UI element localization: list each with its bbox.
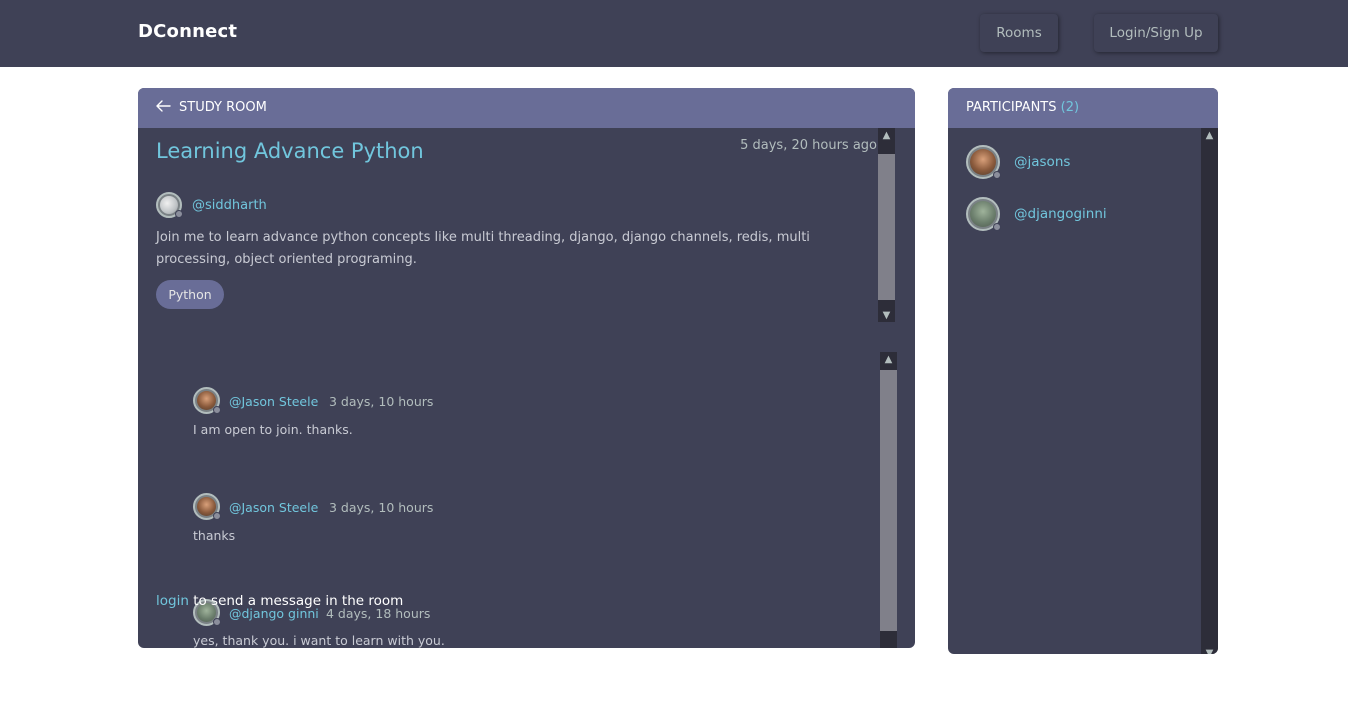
message-avatar[interactable] — [193, 493, 221, 520]
participant-item[interactable]: @djangoginni — [966, 197, 1166, 233]
scrollbar-thumb[interactable] — [880, 370, 897, 631]
room-info-scrollbar[interactable]: ▲ ▼ — [878, 128, 895, 322]
message-avatar[interactable] — [193, 387, 221, 414]
participants-title-label: PARTICIPANTS — [966, 100, 1057, 115]
login-prompt-text: to send a message in the room — [193, 593, 404, 609]
login-link[interactable]: login — [156, 593, 189, 609]
message-text: I am open to join. thanks. — [193, 422, 353, 437]
message-username[interactable]: @Jason Steele — [229, 500, 318, 515]
participant-avatar[interactable] — [966, 145, 1001, 179]
room-title: Learning Advance Python — [156, 139, 424, 163]
messages-scrollbar[interactable]: ▲ — [880, 352, 897, 648]
participants-count: (2) — [1060, 100, 1080, 115]
participant-avatar[interactable] — [966, 197, 1001, 231]
participants-title: PARTICIPANTS (2) — [966, 100, 1079, 115]
participants-panel: PARTICIPANTS (2) @jasons @djangoginni ▲ … — [948, 88, 1218, 654]
participant-name[interactable]: @jasons — [1014, 154, 1070, 170]
login-signup-button[interactable]: Login/Sign Up — [1094, 14, 1218, 52]
participant-name[interactable]: @djangoginni — [1014, 206, 1107, 222]
scrollbar-thumb[interactable] — [878, 154, 895, 300]
top-navbar: DConnect Rooms Login/Sign Up — [0, 0, 1348, 67]
participants-scrollbar[interactable]: ▲ ▼ — [1201, 128, 1218, 654]
scroll-down-icon[interactable]: ▼ — [878, 308, 895, 322]
host-username[interactable]: @siddharth — [192, 198, 267, 213]
scroll-down-icon[interactable]: ▼ — [1201, 646, 1218, 655]
scroll-up-icon[interactable]: ▲ — [878, 128, 895, 142]
participants-header: PARTICIPANTS (2) — [948, 88, 1218, 128]
host-avatar[interactable] — [156, 192, 183, 218]
room-body: Learning Advance Python 5 days, 20 hours… — [138, 128, 915, 648]
room-created-time: 5 days, 20 hours ago — [740, 138, 877, 153]
participant-item[interactable]: @jasons — [966, 145, 1166, 181]
arrow-left-icon[interactable] — [154, 97, 172, 115]
message-username[interactable]: @Jason Steele — [229, 394, 318, 409]
login-prompt: login to send a message in the room — [156, 593, 403, 609]
message-text: thanks — [193, 528, 236, 543]
scroll-up-icon[interactable]: ▲ — [1201, 128, 1218, 142]
brand-logo[interactable]: DConnect — [138, 21, 237, 42]
scroll-up-icon[interactable]: ▲ — [880, 352, 897, 366]
message-time: 3 days, 10 hours — [329, 500, 434, 515]
rooms-button[interactable]: Rooms — [980, 14, 1058, 52]
room-header-label: STUDY ROOM — [179, 100, 267, 115]
message-time: 3 days, 10 hours — [329, 394, 434, 409]
topic-tag[interactable]: Python — [156, 280, 224, 309]
room-panel: STUDY ROOM Learning Advance Python 5 day… — [138, 88, 915, 648]
room-description: Join me to learn advance python concepts… — [156, 230, 810, 267]
room-panel-header: STUDY ROOM — [138, 88, 915, 128]
message-text: yes, thank you. i want to learn with you… — [193, 633, 445, 648]
